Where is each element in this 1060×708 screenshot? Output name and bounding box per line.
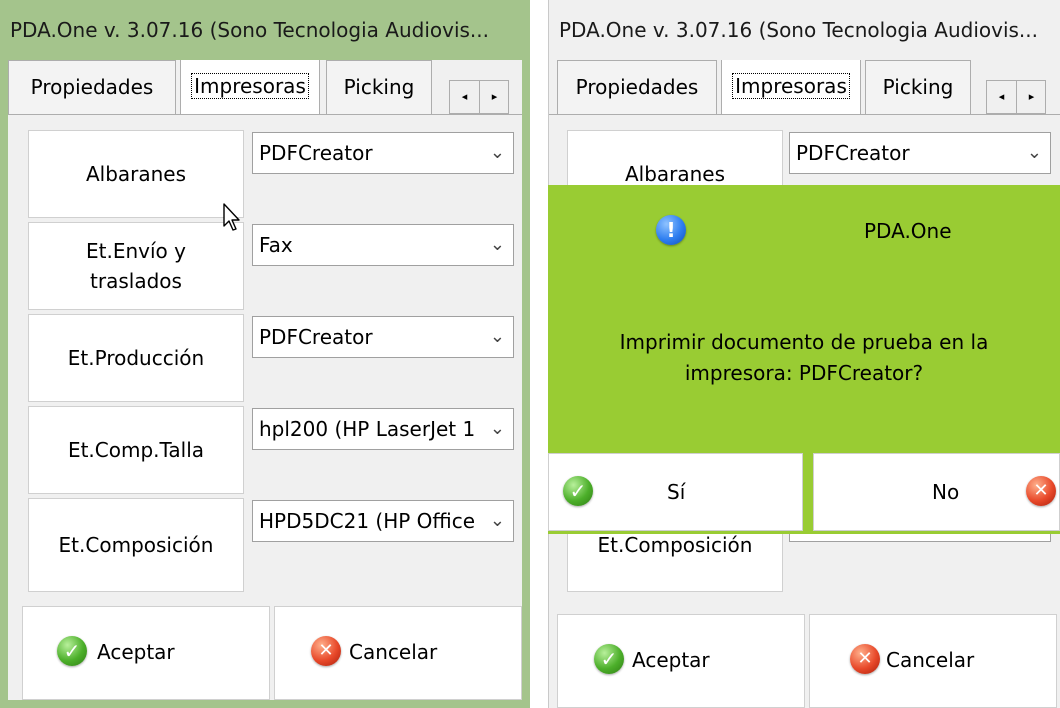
tab-propiedades[interactable]: Propiedades <box>8 60 176 114</box>
select-value: PDFCreator <box>259 325 373 349</box>
window-title: PDA.One v. 3.07.16 (Sono Tecnologia Audi… <box>0 0 530 60</box>
x-icon: ✕ <box>1026 476 1056 506</box>
checkmark-icon: ✓ <box>57 636 87 666</box>
select-value: HPD5DC21 (HP Office <box>259 509 476 533</box>
printer-select-albaranes[interactable]: PDFCreator ⌄ <box>252 132 514 174</box>
tab-label: Propiedades <box>575 75 699 99</box>
yes-button[interactable]: ✓ Sí <box>548 453 803 531</box>
tab-label: Impresoras <box>732 73 850 99</box>
accept-button[interactable]: ✓ Aceptar <box>557 614 805 708</box>
chevron-down-icon: ⌄ <box>489 326 505 347</box>
tab-panel-border <box>549 114 1060 115</box>
scroll-left-icon[interactable]: ◂ <box>987 81 1017 113</box>
accept-label: Aceptar <box>632 648 710 672</box>
printer-select-produccion[interactable]: PDFCreator ⌄ <box>252 316 514 358</box>
x-icon: ✕ <box>311 636 341 666</box>
row-label: Et.Producción <box>67 346 205 370</box>
select-value: PDFCreator <box>259 141 373 165</box>
chevron-down-icon: ⌄ <box>489 234 505 255</box>
printer-type-envio[interactable]: Et.Envío y traslados <box>28 222 244 310</box>
cancel-label: Cancelar <box>886 648 975 672</box>
accept-button[interactable]: ✓ Aceptar <box>22 606 270 700</box>
printer-select-comp-talla[interactable]: hpl200 (HP LaserJet 1 ⌄ <box>252 408 514 450</box>
chevron-down-icon: ⌄ <box>489 142 505 163</box>
tab-propiedades[interactable]: Propiedades <box>557 60 717 114</box>
tab-label: Propiedades <box>30 75 154 99</box>
tab-scroll-buttons: ◂ ▸ <box>449 80 509 114</box>
printer-select-composicion[interactable]: HPD5DC21 (HP Office ⌄ <box>252 500 514 542</box>
accept-label: Aceptar <box>97 640 175 664</box>
chevron-down-icon: ⌄ <box>489 510 505 531</box>
cancel-button[interactable]: ✕ Cancelar <box>274 606 522 700</box>
row-label: Et.Composición <box>597 533 753 557</box>
row-label: Et.Comp.Talla <box>67 438 205 462</box>
left-window: PDA.One v. 3.07.16 (Sono Tecnologia Audi… <box>0 0 530 708</box>
checkmark-icon: ✓ <box>563 476 593 506</box>
tab-picking[interactable]: Picking <box>326 60 432 114</box>
no-button[interactable]: No ✕ <box>813 453 1060 531</box>
dialog-message-line: impresora: PDFCreator? <box>684 361 924 385</box>
scroll-right-icon[interactable]: ▸ <box>480 81 509 113</box>
tab-label: Picking <box>343 75 415 99</box>
chevron-down-icon: ⌄ <box>1026 142 1042 163</box>
cancel-button[interactable]: ✕ Cancelar <box>809 614 1057 708</box>
chevron-down-icon: ⌄ <box>489 418 505 439</box>
mouse-pointer-icon <box>223 203 240 231</box>
no-label: No <box>932 480 960 504</box>
confirm-print-dialog: ! PDA.One Imprimir documento de prueba e… <box>548 185 1060 534</box>
printer-type-albaranes[interactable]: Albaranes <box>28 130 244 218</box>
printer-type-composicion[interactable]: Et.Composición <box>28 498 244 592</box>
tab-label: Impresoras <box>191 73 309 99</box>
row-label: Et.Composición <box>58 533 214 557</box>
x-icon: ✕ <box>850 644 880 674</box>
printer-type-produccion[interactable]: Et.Producción <box>28 314 244 402</box>
dialog-title: PDA.One <box>864 219 952 243</box>
select-value: PDFCreator <box>796 141 910 165</box>
scroll-left-icon[interactable]: ◂ <box>450 81 480 113</box>
tab-picking[interactable]: Picking <box>865 60 971 114</box>
tab-impresoras[interactable]: Impresoras <box>180 60 320 114</box>
exclamation-icon: ! <box>656 215 686 245</box>
window-title: PDA.One v. 3.07.16 (Sono Tecnologia Audi… <box>549 0 1060 60</box>
scroll-right-icon[interactable]: ▸ <box>1017 81 1046 113</box>
dialog-message-line: Imprimir documento de prueba en la <box>619 330 989 354</box>
row-label: Et.Envío y traslados <box>86 239 186 293</box>
window-client-area: Propiedades Impresoras Picking ◂ ▸ Albar… <box>8 60 522 700</box>
printer-select-envio[interactable]: Fax ⌄ <box>252 224 514 266</box>
select-value: Fax <box>259 233 293 257</box>
select-value: hpl200 (HP LaserJet 1 <box>259 417 476 441</box>
checkmark-icon: ✓ <box>594 644 624 674</box>
tab-scroll-buttons: ◂ ▸ <box>986 80 1046 114</box>
printer-select-albaranes[interactable]: PDFCreator ⌄ <box>789 132 1051 174</box>
printer-type-comp-talla[interactable]: Et.Comp.Talla <box>28 406 244 494</box>
yes-label: Sí <box>667 480 686 504</box>
row-label: Albaranes <box>85 162 187 186</box>
tab-label: Picking <box>882 75 954 99</box>
dialog-message: Imprimir documento de prueba en la impre… <box>548 327 1060 389</box>
tab-impresoras[interactable]: Impresoras <box>721 60 861 114</box>
tab-panel-border <box>8 114 522 115</box>
cancel-label: Cancelar <box>349 640 438 664</box>
